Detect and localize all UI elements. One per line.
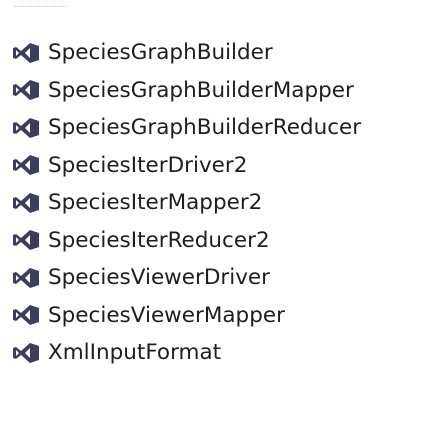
list-item[interactable]: SpeciesGraphBuilderMapper (11, 72, 361, 110)
list-item[interactable]: SpeciesIterDriver2 (11, 147, 361, 185)
file-name: SpeciesIterDriver2 (48, 152, 248, 178)
list-item[interactable]: SpeciesViewerMapper (11, 297, 361, 335)
file-list-window: SpeciesGraphBuilder SpeciesGraphBuilderM… (0, 0, 441, 431)
file-name: SpeciesGraphBuilderMapper (48, 77, 354, 103)
divider (14, 6, 68, 7)
file-name: XmlInputFormat (48, 340, 222, 365)
list-item[interactable]: SpeciesGraphBuilder (11, 34, 361, 72)
file-name: SpeciesIterMapper2 (48, 190, 263, 215)
list-item[interactable]: SpeciesGraphBuilderReducer (11, 109, 361, 147)
list-item[interactable]: XmlInputFormat (11, 334, 361, 372)
file-name: SpeciesViewerMapper (48, 302, 285, 328)
vs-file-icon (11, 341, 41, 365)
file-name: SpeciesViewerDriver (48, 265, 270, 290)
vs-file-icon (11, 266, 41, 290)
vs-file-icon (11, 116, 41, 140)
file-name: SpeciesIterReducer2 (48, 227, 270, 253)
vs-file-icon (11, 78, 41, 102)
vs-file-icon (11, 191, 41, 215)
vs-file-icon (11, 228, 41, 252)
vs-file-icon (11, 153, 41, 177)
vs-file-icon (11, 303, 41, 327)
list-item[interactable]: SpeciesViewerDriver (11, 259, 361, 297)
list-item[interactable]: SpeciesIterReducer2 (11, 222, 361, 260)
file-list: SpeciesGraphBuilder SpeciesGraphBuilderM… (11, 34, 361, 372)
file-name: SpeciesGraphBuilderReducer (48, 115, 362, 140)
vs-file-icon (11, 41, 41, 65)
file-name: SpeciesGraphBuilder (48, 40, 273, 65)
list-item[interactable]: SpeciesIterMapper2 (11, 184, 361, 222)
